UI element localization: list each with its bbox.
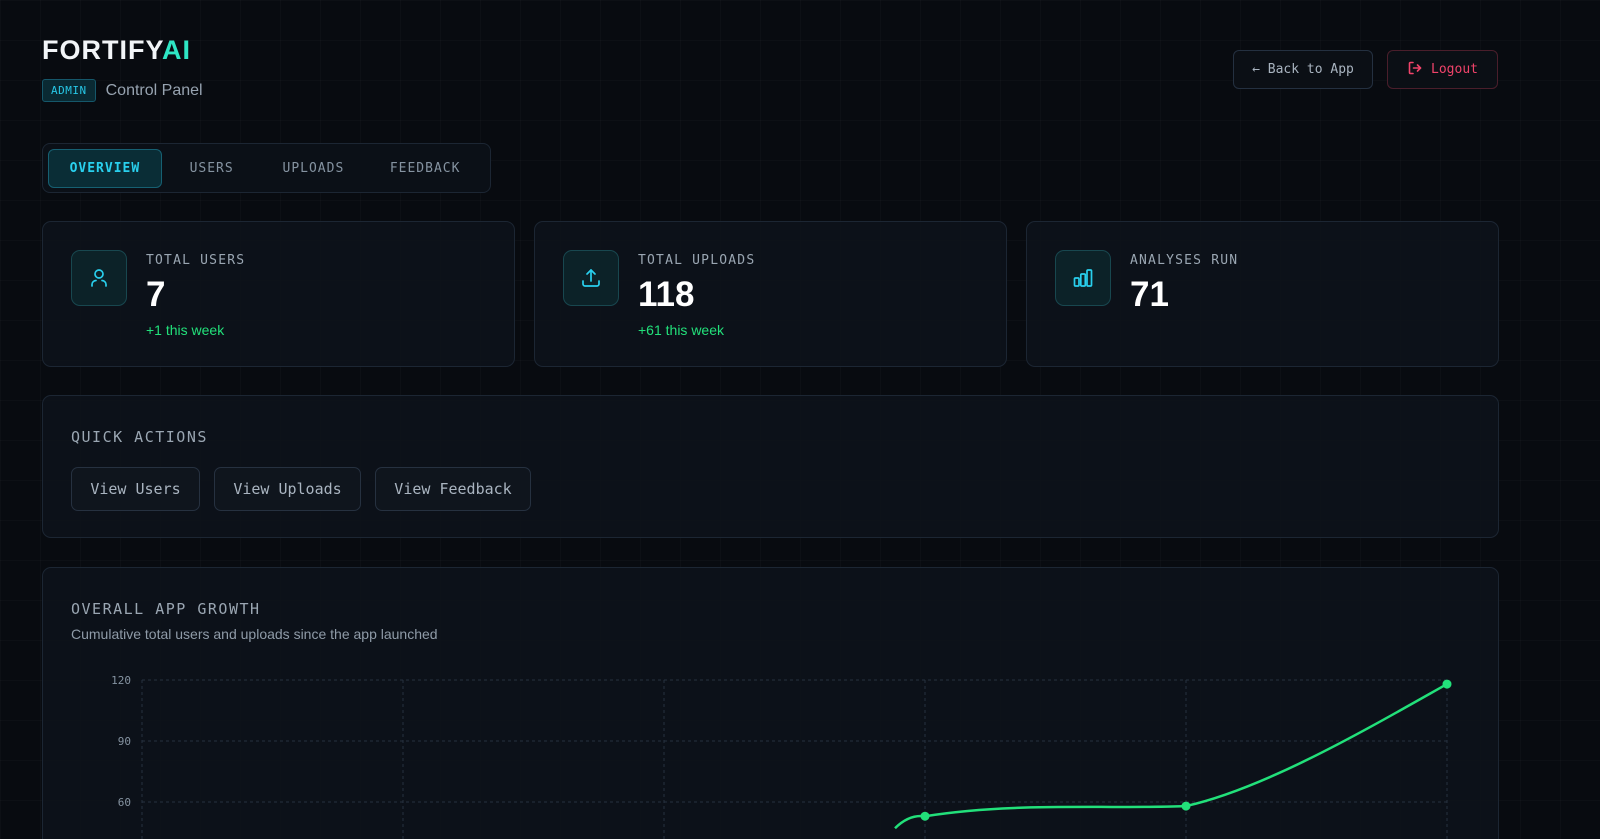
stat-value: 71 <box>1130 275 1169 314</box>
growth-panel: OVERALL APP GROWTH Cumulative total user… <box>42 567 1499 839</box>
growth-chart: 120 90 60 <box>111 674 1452 839</box>
stat-delta: +61 this week <box>638 322 724 338</box>
brand-name: FORTIFY <box>42 35 163 65</box>
header-subtitle: ADMIN Control Panel <box>42 79 203 102</box>
quick-actions-panel: QUICK ACTIONS View Users View Uploads Vi… <box>42 395 1499 538</box>
brand-accent: AI <box>162 35 192 65</box>
app-logo: FORTIFYAI <box>42 35 191 66</box>
tab-users[interactable]: USERS <box>162 149 262 188</box>
data-point <box>1181 801 1191 811</box>
stat-delta: +1 this week <box>146 322 225 338</box>
tab-feedback[interactable]: FEEDBACK <box>365 149 485 188</box>
logout-icon <box>1407 60 1423 80</box>
view-uploads-button[interactable]: View Uploads <box>214 467 361 511</box>
tab-bar: OVERVIEW USERS UPLOADS FEEDBACK <box>42 143 491 193</box>
stat-card-analyses-run: ANALYSES RUN 71 <box>1026 221 1499 367</box>
y-tick-label: 60 <box>118 796 131 809</box>
bar-chart-icon <box>1055 250 1111 306</box>
logout-label: Logout <box>1431 62 1478 77</box>
quick-actions-title: QUICK ACTIONS <box>71 428 208 446</box>
series-line <box>894 682 1448 830</box>
upload-icon <box>563 250 619 306</box>
view-feedback-button[interactable]: View Feedback <box>375 467 531 511</box>
admin-badge: ADMIN <box>42 79 96 102</box>
data-point <box>920 811 930 821</box>
stat-label: TOTAL UPLOADS <box>638 253 756 268</box>
back-to-app-button[interactable]: ← Back to App <box>1233 50 1373 89</box>
view-users-button[interactable]: View Users <box>71 467 200 511</box>
tab-uploads[interactable]: UPLOADS <box>262 149 366 188</box>
page-subtitle: Control Panel <box>105 81 203 99</box>
logout-button[interactable]: Logout <box>1387 50 1498 89</box>
tab-overview[interactable]: OVERVIEW <box>48 148 162 188</box>
y-tick-label: 120 <box>111 674 131 687</box>
stat-card-total-users: TOTAL USERS 7 +1 this week <box>42 221 515 367</box>
data-point <box>1442 679 1452 689</box>
back-to-app-label: ← Back to App <box>1252 62 1354 77</box>
stat-card-total-uploads: TOTAL UPLOADS 118 +61 this week <box>534 221 1007 367</box>
stat-label: TOTAL USERS <box>146 253 246 268</box>
stat-label: ANALYSES RUN <box>1130 253 1239 268</box>
stat-value: 118 <box>638 275 695 314</box>
stat-value: 7 <box>146 275 166 314</box>
user-icon <box>71 250 127 306</box>
y-tick-label: 90 <box>118 735 131 748</box>
